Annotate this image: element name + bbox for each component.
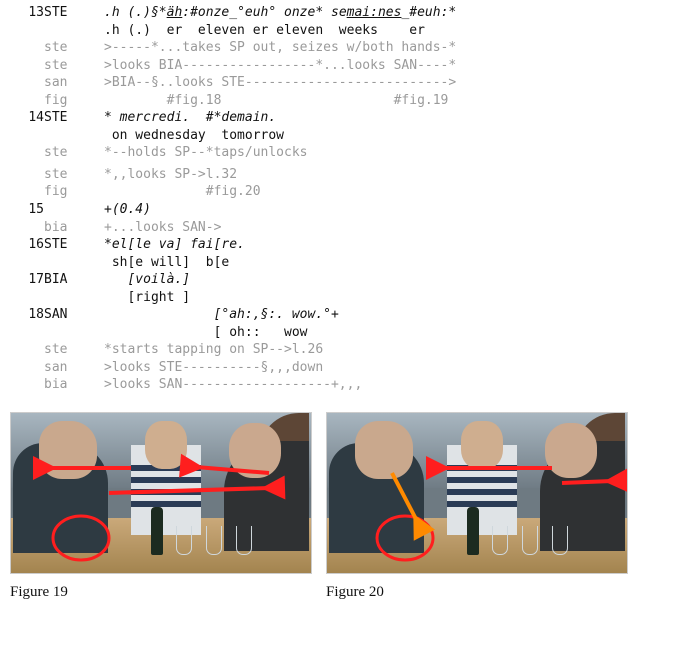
annotation: >looks SAN-------------------+,,, [104,376,675,394]
speaker: STE [44,109,104,127]
speaker: ste [44,341,104,359]
transcript: 13STE.h (.)§*äh:#onze_°euh° onze* semai:… [10,4,675,394]
gaze-arrow-icon [196,467,269,473]
annotation: >BIA--§..looks STE----------------------… [104,74,675,92]
annotation: >looks BIA-----------------*...looks SAN… [104,57,675,75]
line-number: 18 [10,306,44,324]
phone-circle-icon [377,516,433,560]
gloss: on wednesday tomorrow [104,127,675,145]
annotation: >looks STE----------§,,,down [104,359,675,377]
gloss: sh[e will] b[e [104,254,675,272]
fig-reference: #fig.20 [104,183,675,201]
utterance: .h (.)§*äh:#onze_°euh° onze* semai:nes_#… [104,4,675,22]
utterance: * mercredi. #*demain. [104,109,675,127]
figure-19-photo [10,412,312,574]
line-number: 15 [10,201,44,219]
speaker: bia [44,219,104,237]
speaker: ste [44,144,104,162]
annotation: *starts tapping on SP-->l.26 [104,341,675,359]
line-number: 14 [10,109,44,127]
speaker: ste [44,39,104,57]
speaker: fig [44,183,104,201]
speaker: ste [44,57,104,75]
speaker: SAN [44,306,104,324]
gaze-arrow-icon [392,473,417,521]
speaker: STE [44,4,104,22]
gaze-arrow-icon [109,488,269,493]
speaker: ste [44,166,104,184]
speaker: BIA [44,271,104,289]
speaker: bia [44,376,104,394]
utterance: [voilà.] [104,271,675,289]
figure-row: Figure 19 Figure 20 [10,412,675,602]
speaker: STE [44,236,104,254]
speaker: san [44,74,104,92]
line-number: 16 [10,236,44,254]
figure-caption: Figure 19 [10,582,310,602]
figure-caption: Figure 20 [326,582,626,602]
gloss: [right ] [104,289,675,307]
annotation: +...looks SAN-> [104,219,675,237]
gaze-arrow-icon [562,481,612,483]
utterance: [°ah:,§:. wow.°+ [104,306,675,324]
gloss: [ oh:: wow [104,324,675,342]
line-number: 13 [10,4,44,22]
annotation: >-----*...takes SP out, seizes w/both ha… [104,39,675,57]
line-number: 17 [10,271,44,289]
utterance: +(0.4) [104,201,675,219]
phone-circle-icon [53,516,109,560]
annotation: *,,looks SP->l.32 [104,166,675,184]
fig-reference: #fig.18 #fig.19 [104,92,675,110]
speaker: fig [44,92,104,110]
annotation: *--holds SP--*taps/unlocks [104,144,675,162]
gloss: .h (.) er eleven er eleven weeks er [104,22,675,40]
figure-20-photo [326,412,628,574]
speaker: san [44,359,104,377]
utterance: *el[le va] fai[re. [104,236,675,254]
